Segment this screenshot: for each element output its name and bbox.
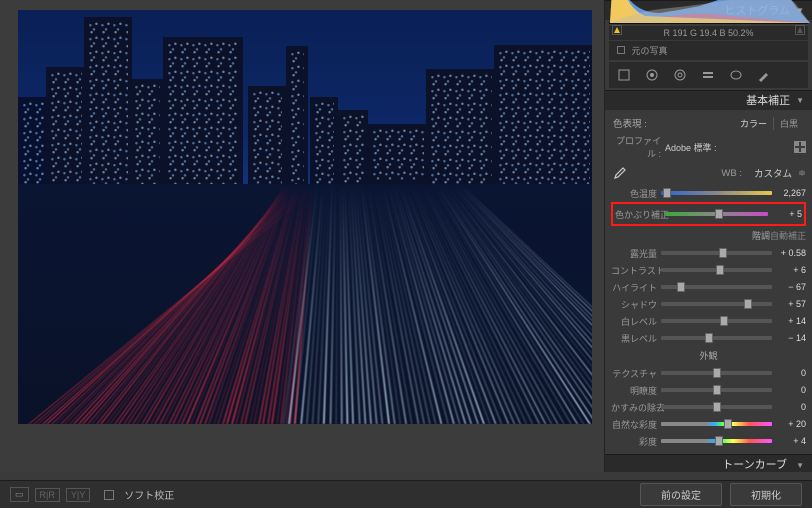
clarity-value[interactable]: 0 — [772, 385, 806, 395]
collapse-icon: ▼ — [796, 91, 804, 111]
dehaze-value[interactable]: 0 — [772, 402, 806, 412]
blacks-slider[interactable] — [661, 336, 772, 340]
treatment-bw-button[interactable]: 白黒 — [773, 117, 804, 130]
tint-label: 色かぶり補正 — [615, 208, 665, 221]
vibrance-label: 自然な彩度 — [611, 418, 661, 431]
highlights-slider[interactable] — [661, 285, 772, 289]
exposure-slider[interactable] — [661, 251, 772, 255]
whites-value[interactable]: + 14 — [772, 316, 806, 326]
histogram-readout: R 191 G 19.4 B 50.2% — [609, 26, 808, 40]
basic-header[interactable]: 基本補正 ▼ — [605, 90, 812, 110]
texture-value[interactable]: 0 — [772, 368, 806, 378]
contrast-label: コントラスト — [611, 264, 661, 277]
wb-eyedropper-icon[interactable] — [611, 165, 627, 181]
blacks-value[interactable]: − 14 — [772, 333, 806, 343]
presence-subheader: 外観 — [699, 349, 717, 362]
whites-label: 白レベル — [611, 315, 661, 328]
highlights-value[interactable]: − 67 — [772, 282, 806, 292]
tint-value[interactable]: + 5 — [768, 209, 802, 219]
blacks-label: 黒レベル — [611, 332, 661, 345]
spot-tool-icon[interactable] — [643, 66, 661, 84]
profile-browser-icon[interactable] — [794, 141, 806, 153]
exposure-value[interactable]: + 0.58 — [772, 248, 806, 258]
original-photo-label: 元の写真 — [632, 46, 668, 56]
vibrance-value[interactable]: + 20 — [772, 419, 806, 429]
softproof-label: ソフト校正 — [124, 487, 174, 502]
preview-image[interactable] — [18, 10, 592, 424]
histogram-display[interactable] — [609, 22, 808, 24]
saturation-slider[interactable] — [661, 439, 772, 443]
highlights-label: ハイライト — [611, 281, 661, 294]
whites-slider[interactable] — [661, 319, 772, 323]
preview-area — [0, 0, 604, 472]
compare-rr-icon[interactable]: R|R — [35, 488, 60, 502]
tonecurve-title: トーンカーブ — [722, 459, 787, 471]
loupe-view-icon[interactable]: ▭ — [10, 487, 29, 502]
vibrance-slider[interactable] — [661, 422, 772, 426]
reset-button[interactable]: 初期化 — [730, 483, 802, 506]
brush-tool-icon[interactable] — [755, 66, 773, 84]
shadow-clip-icon[interactable] — [612, 25, 622, 35]
compare-yy-icon[interactable]: Y|Y — [66, 488, 90, 502]
tint-slider[interactable] — [665, 212, 768, 216]
checkbox-icon[interactable] — [617, 46, 625, 54]
right-panel: ヒストグラム ▼ R 191 G 19.4 B 50.2% 元の写真 — [604, 0, 812, 472]
highlight-clip-icon[interactable] — [795, 25, 805, 35]
wb-dropdown-icon[interactable]: ≑ — [798, 168, 806, 179]
basic-title: 基本補正 — [746, 91, 790, 111]
texture-label: テクスチャ — [611, 367, 661, 380]
radial-tool-icon[interactable] — [727, 66, 745, 84]
temp-slider[interactable] — [661, 191, 772, 195]
contrast-value[interactable]: + 6 — [772, 265, 806, 275]
saturation-value[interactable]: + 4 — [772, 436, 806, 446]
crop-tool-icon[interactable] — [615, 66, 633, 84]
original-photo-row[interactable]: 元の写真 — [609, 41, 808, 60]
dehaze-slider[interactable] — [661, 405, 772, 409]
wb-value[interactable]: カスタム — [754, 166, 792, 180]
clarity-label: 明瞭度 — [611, 384, 661, 397]
shadows-value[interactable]: + 57 — [772, 299, 806, 309]
treatment-label: 色表現 : — [613, 116, 647, 130]
redeye-tool-icon[interactable] — [671, 66, 689, 84]
tone-subheader: 階調 — [752, 229, 770, 242]
bottom-toolbar: ▭ R|R Y|Y ソフト校正 前の設定 初期化 — [0, 480, 812, 508]
treatment-color-button[interactable]: カラー — [734, 117, 773, 130]
previous-settings-button[interactable]: 前の設定 — [640, 483, 722, 506]
tonecurve-header[interactable]: トーンカーブ ▼ — [605, 454, 812, 472]
shadows-slider[interactable] — [661, 302, 772, 306]
temp-value[interactable]: 2,267 — [772, 188, 806, 198]
profile-value[interactable]: Adobe 標準 : — [665, 141, 790, 154]
dehaze-label: かすみの除去 — [611, 401, 661, 414]
tint-highlight-box: 色かぶり補正 + 5 — [611, 202, 806, 226]
collapse-icon: ▼ — [796, 461, 804, 470]
texture-slider[interactable] — [661, 371, 772, 375]
shadows-label: シャドウ — [611, 298, 661, 311]
temp-label: 色温度 — [611, 187, 661, 200]
gradient-tool-icon[interactable] — [699, 66, 717, 84]
wb-label: WB : — [721, 168, 742, 179]
exposure-label: 露光量 — [611, 247, 661, 260]
contrast-slider[interactable] — [661, 268, 772, 272]
profile-label: プロファイル : — [611, 134, 661, 160]
softproof-checkbox[interactable] — [104, 490, 114, 500]
tool-strip — [609, 62, 808, 88]
auto-button[interactable]: 自動補正 — [770, 229, 806, 242]
clarity-slider[interactable] — [661, 388, 772, 392]
saturation-label: 彩度 — [611, 435, 661, 448]
